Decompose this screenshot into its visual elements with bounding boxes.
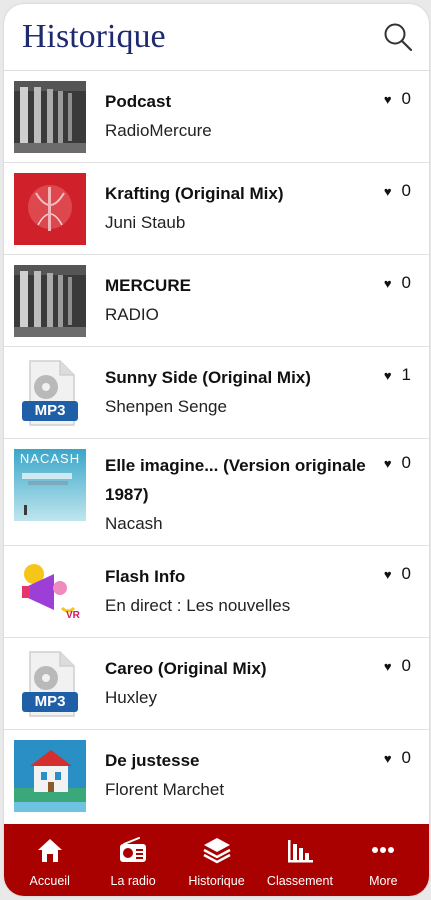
app-screen: Historique Podcast RadioMercure ♥ 0 Kraf… (4, 4, 429, 896)
track-title: Elle imagine... (Version originale 1987) (105, 456, 366, 504)
mp3-file-icon: MP3 (14, 648, 86, 720)
track-title: Flash Info (105, 567, 186, 586)
page-title: Historique (22, 18, 166, 55)
like-number: 0 (401, 89, 411, 108)
house-cover-art (14, 740, 86, 812)
heart-icon: ♥ (383, 91, 392, 107)
heart-icon: ♥ (383, 455, 392, 471)
tab-label: La radio (110, 874, 156, 888)
track-artist: Huxley (105, 688, 157, 707)
list-item[interactable]: MP3 Sunny Side (Original Mix) Shenpen Se… (4, 347, 429, 439)
more-icon (372, 847, 395, 853)
like-number: 0 (401, 564, 411, 583)
search-icon[interactable] (383, 22, 413, 52)
vr-badge: VR (66, 610, 80, 621)
nacash-cover-label: NACASH (19, 451, 81, 466)
like-count[interactable]: ♥ 0 (384, 273, 411, 293)
list-item[interactable]: MP3 Careo (Original Mix) Huxley ♥ 0 (4, 638, 429, 730)
track-title: Podcast (105, 92, 172, 111)
heart-icon: ♥ (383, 750, 392, 766)
track-artist: RadioMercure (105, 121, 212, 140)
like-count[interactable]: ♥ 0 (384, 748, 411, 768)
mp3-label: MP3 (34, 402, 66, 419)
heart-icon: ♥ (383, 183, 392, 199)
history-list: Podcast RadioMercure ♥ 0 Krafting (Origi… (4, 71, 429, 824)
track-info: De justesse Florent Marchet (105, 746, 369, 804)
header: Historique (4, 4, 429, 71)
track-title: Sunny Side (Original Mix) (105, 368, 311, 387)
radio-icon (120, 837, 147, 862)
track-artist: Shenpen Senge (105, 397, 227, 416)
like-number: 1 (401, 365, 411, 384)
track-artist: Florent Marchet (105, 780, 225, 799)
track-info: Krafting (Original Mix) Juni Staub (105, 179, 369, 237)
radio-hall-photo (14, 265, 86, 337)
red-cover-art (14, 173, 86, 245)
track-title: Careo (Original Mix) (105, 659, 267, 678)
mp3-label: MP3 (34, 693, 66, 710)
tab-label: Classement (266, 874, 333, 888)
home-icon (37, 839, 62, 862)
like-number: 0 (401, 273, 411, 292)
track-title: De justesse (105, 751, 200, 770)
tab-classement[interactable]: Classement (258, 824, 341, 896)
track-artist: Juni Staub (105, 213, 186, 232)
like-count[interactable]: ♥ 0 (384, 89, 411, 109)
tab-historique[interactable]: Historique (175, 824, 258, 896)
like-count[interactable]: ♥ 0 (384, 564, 411, 584)
mp3-file-icon: MP3 (14, 357, 86, 429)
track-artist: En direct : Les nouvelles (105, 596, 291, 615)
list-item[interactable]: Krafting (Original Mix) Juni Staub ♥ 0 (4, 163, 429, 255)
heart-icon: ♥ (383, 275, 392, 291)
track-info: Elle imagine... (Version originale 1987)… (105, 451, 369, 538)
like-count[interactable]: ♥ 1 (384, 365, 411, 385)
heart-icon: ♥ (383, 367, 392, 383)
tab-accueil[interactable]: Accueil (8, 824, 91, 896)
like-count[interactable]: ♥ 0 (384, 181, 411, 201)
tab-label: Accueil (29, 874, 70, 888)
track-info: Podcast RadioMercure (105, 87, 369, 145)
like-number: 0 (401, 748, 411, 767)
like-number: 0 (401, 656, 411, 675)
tab-label: Historique (188, 874, 245, 888)
tab-la-radio[interactable]: La radio (91, 824, 174, 896)
heart-icon: ♥ (383, 658, 392, 674)
list-item[interactable]: MERCURE RADIO ♥ 0 (4, 255, 429, 347)
layers-icon (202, 838, 231, 864)
like-number: 0 (401, 453, 411, 472)
list-item[interactable]: VR Flash Info En direct : Les nouvelles … (4, 546, 429, 638)
like-count[interactable]: ♥ 0 (384, 453, 411, 473)
list-item[interactable]: Podcast RadioMercure ♥ 0 (4, 71, 429, 163)
tab-more[interactable]: More (342, 824, 425, 896)
nacash-cover: NACASH (14, 449, 86, 521)
track-artist: Nacash (105, 514, 163, 533)
bar-chart-icon (287, 840, 313, 863)
track-artist: RADIO (105, 305, 159, 324)
track-info: Careo (Original Mix) Huxley (105, 654, 369, 712)
bottom-tab-bar: Accueil La radio Historique Classement M… (4, 824, 429, 896)
track-title: Krafting (Original Mix) (105, 184, 284, 203)
list-item[interactable]: NACASH Elle imagine... (Version original… (4, 439, 429, 546)
list-item[interactable]: De justesse Florent Marchet ♥ 0 (4, 730, 429, 821)
megaphone-logo: VR (14, 556, 86, 628)
like-count[interactable]: ♥ 0 (384, 656, 411, 676)
track-info: MERCURE RADIO (105, 271, 369, 329)
track-info: Sunny Side (Original Mix) Shenpen Senge (105, 363, 369, 421)
heart-icon: ♥ (383, 566, 392, 582)
like-number: 0 (401, 181, 411, 200)
track-title: MERCURE (105, 276, 191, 295)
tab-label: More (369, 874, 398, 888)
radio-hall-photo (14, 81, 86, 153)
track-info: Flash Info En direct : Les nouvelles (105, 562, 369, 620)
